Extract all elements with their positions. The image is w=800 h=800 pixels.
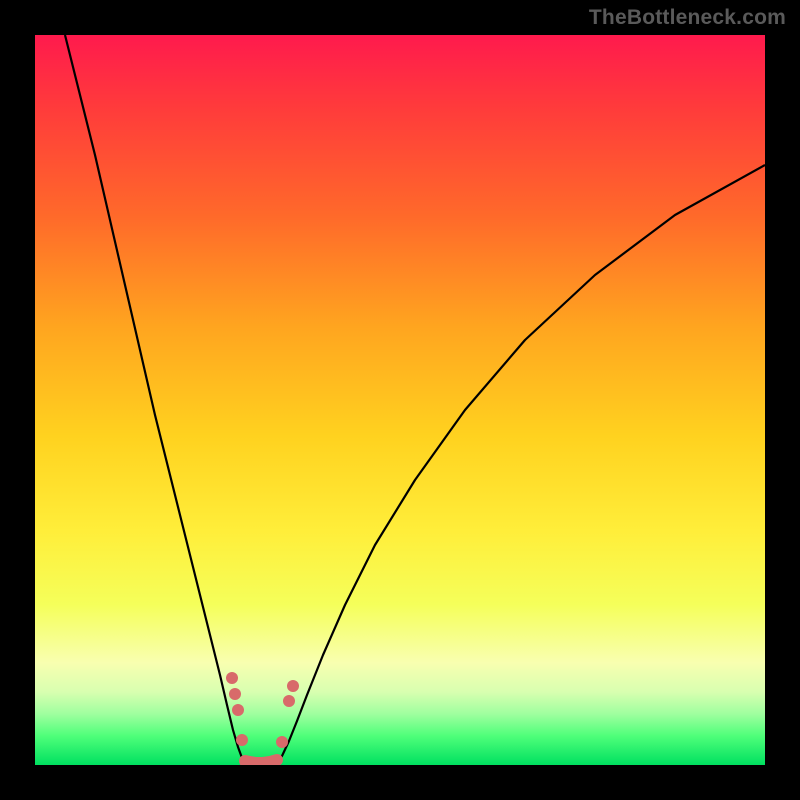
right-dot-2 — [283, 695, 295, 707]
left-dot-3 — [232, 704, 244, 716]
left-dot-2 — [229, 688, 241, 700]
chart-plot-area — [35, 35, 765, 765]
right-dot-1 — [276, 736, 288, 748]
series-valley-floor — [245, 760, 277, 763]
series-left-branch — [65, 35, 247, 765]
series-right-branch — [276, 165, 765, 765]
left-dot-1 — [226, 672, 238, 684]
chart-svg — [35, 35, 765, 765]
right-dot-3 — [287, 680, 299, 692]
watermark-text: TheBottleneck.com — [589, 6, 786, 30]
left-dot-4 — [236, 734, 248, 746]
chart-frame: TheBottleneck.com — [0, 0, 800, 800]
